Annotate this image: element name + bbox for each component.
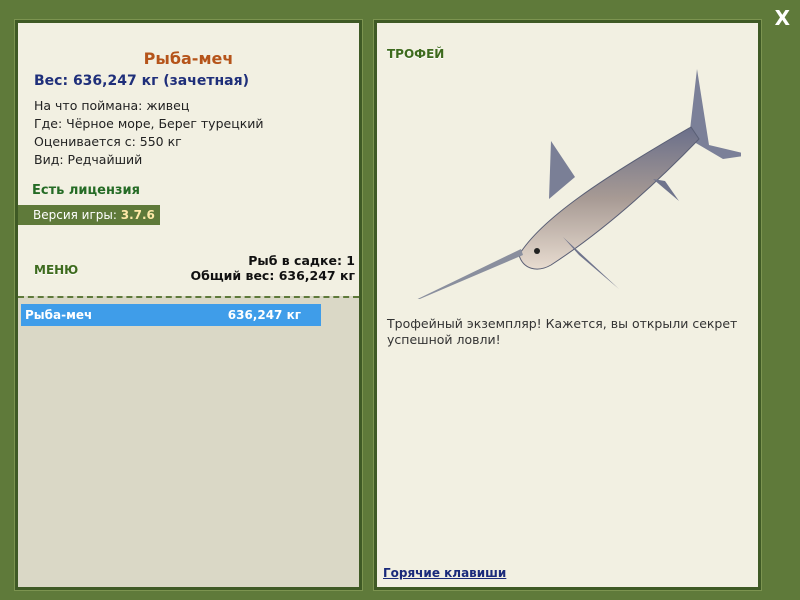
fish-rated-from: Оценивается с: 550 кг <box>34 134 182 149</box>
keepnet-stats: Рыб в садке: 1 Общий вес: 636,247 кг <box>191 253 356 283</box>
swordfish-image <box>417 69 741 299</box>
close-button[interactable]: X <box>775 6 790 30</box>
total-weight: Общий вес: 636,247 кг <box>190 268 356 283</box>
trophy-panel: ТРОФЕЙ Трофейный экземпляр! Кажется, вы … <box>373 19 762 591</box>
version-label: Версия игры: <box>33 208 117 222</box>
row-fish-name: Рыба-меч <box>25 308 93 322</box>
fish-name-title: Рыба-меч <box>143 49 234 68</box>
version-value: 3.7.6 <box>120 208 155 222</box>
trophy-description: Трофейный экземпляр! Кажется, вы открыли… <box>387 316 738 347</box>
hotkeys-link[interactable]: Горячие клавиши <box>383 566 506 580</box>
fish-details: На что поймана: живец Где: Чёрное море, … <box>34 97 264 169</box>
keepnet-list: Рыба-меч 636,247 кг <box>18 296 359 587</box>
fish-bait: На что поймана: живец <box>34 98 190 113</box>
fish-location: Где: Чёрное море, Берег турецкий <box>34 116 264 131</box>
fish-info-panel: Рыба-меч Вес: 636,247 кг (зачетная) На ч… <box>14 19 363 591</box>
license-status: Есть лицензия <box>32 183 140 198</box>
game-version: Версия игры: 3.7.6 <box>18 205 160 225</box>
menu-button[interactable]: МЕНЮ <box>34 263 78 277</box>
row-fish-weight: 636,247 кг <box>227 308 301 322</box>
keepnet-row[interactable]: Рыба-меч 636,247 кг <box>21 304 321 326</box>
fish-count: Рыб в садке: 1 <box>248 253 355 268</box>
fish-weight: Вес: 636,247 кг (зачетная) <box>34 73 249 89</box>
fish-rarity: Вид: Редчайший <box>34 152 143 167</box>
